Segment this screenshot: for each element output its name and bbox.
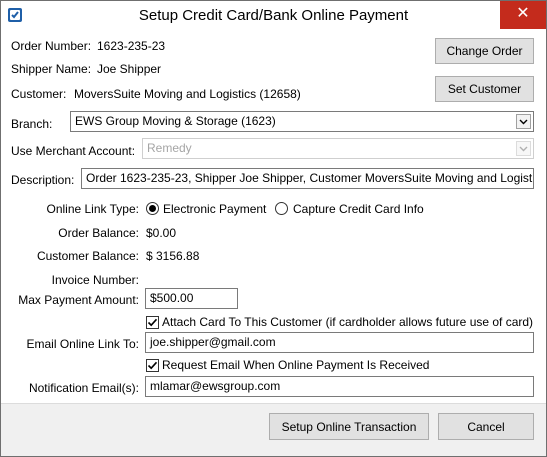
notification-email-input[interactable]: mlamar@ewsgroup.com <box>145 376 534 397</box>
dialog-content: Order Number: 1623-235-23 Shipper Name: … <box>1 31 546 403</box>
merchant-account-value: Remedy <box>147 141 192 155</box>
merchant-account-select[interactable]: Remedy <box>142 138 534 159</box>
chevron-down-icon <box>519 146 528 152</box>
description-input[interactable]: Order 1623-235-23, Shipper Joe Shipper, … <box>81 168 534 189</box>
title-bar: Setup Credit Card/Bank Online Payment ✕ <box>1 1 546 31</box>
notification-email-label: Notification Email(s): <box>28 381 139 395</box>
setup-online-transaction-button[interactable]: Setup Online Transaction <box>269 413 429 440</box>
order-balance-label: Order Balance: <box>58 226 139 240</box>
attach-card-label[interactable]: Attach Card To This Customer (if cardhol… <box>162 315 533 329</box>
attach-card-checkbox[interactable] <box>146 316 159 329</box>
set-customer-button[interactable]: Set Customer <box>435 76 534 102</box>
electronic-payment-label[interactable]: Electronic Payment <box>163 202 266 216</box>
request-email-checkbox[interactable] <box>146 359 159 372</box>
email-link-input[interactable]: joe.shipper@gmail.com <box>145 332 534 353</box>
electronic-payment-radio[interactable] <box>146 202 159 215</box>
online-link-type-label: Online Link Type: <box>46 202 139 216</box>
request-email-label[interactable]: Request Email When Online Payment Is Rec… <box>162 358 429 372</box>
merchant-dropdown-button[interactable] <box>516 141 531 156</box>
customer-label: Customer: <box>11 87 67 101</box>
customer-balance-label: Customer Balance: <box>36 249 139 263</box>
shipper-name-value: Joe Shipper <box>97 62 162 76</box>
description-label: Description: <box>11 173 75 187</box>
dialog-footer: Setup Online Transaction Cancel <box>1 403 546 456</box>
checkmark-icon <box>147 361 158 370</box>
branch-value: EWS Group Moving & Storage (1623) <box>75 114 276 128</box>
customer-balance-value: $ 3156.88 <box>146 249 200 263</box>
order-number-label: Order Number: <box>11 39 92 53</box>
close-icon: ✕ <box>516 5 530 22</box>
max-payment-label: Max Payment Amount: <box>18 293 139 307</box>
customer-value: MoversSuite Moving and Logistics (12658) <box>74 87 301 101</box>
order-number-value: 1623-235-23 <box>97 39 166 53</box>
close-button[interactable]: ✕ <box>500 1 546 29</box>
branch-select[interactable]: EWS Group Moving & Storage (1623) <box>70 111 534 132</box>
dialog-window: Setup Credit Card/Bank Online Payment ✕ … <box>0 0 547 457</box>
window-title: Setup Credit Card/Bank Online Payment <box>138 7 409 24</box>
chevron-down-icon <box>519 119 528 125</box>
merchant-account-label: Use Merchant Account: <box>11 144 136 158</box>
cancel-button[interactable]: Cancel <box>438 413 534 440</box>
change-order-button[interactable]: Change Order <box>435 38 534 64</box>
capture-credit-card-radio[interactable] <box>275 202 288 215</box>
invoice-number-label: Invoice Number: <box>51 273 139 287</box>
max-payment-input[interactable]: $500.00 <box>145 288 238 309</box>
checkmark-icon <box>147 318 158 327</box>
branch-label: Branch: <box>11 117 53 131</box>
branch-dropdown-button[interactable] <box>516 114 531 129</box>
email-link-label: Email Online Link To: <box>26 337 140 351</box>
shipper-name-label: Shipper Name: <box>11 62 92 76</box>
capture-credit-card-label[interactable]: Capture Credit Card Info <box>293 202 424 216</box>
order-balance-value: $0.00 <box>146 226 177 240</box>
